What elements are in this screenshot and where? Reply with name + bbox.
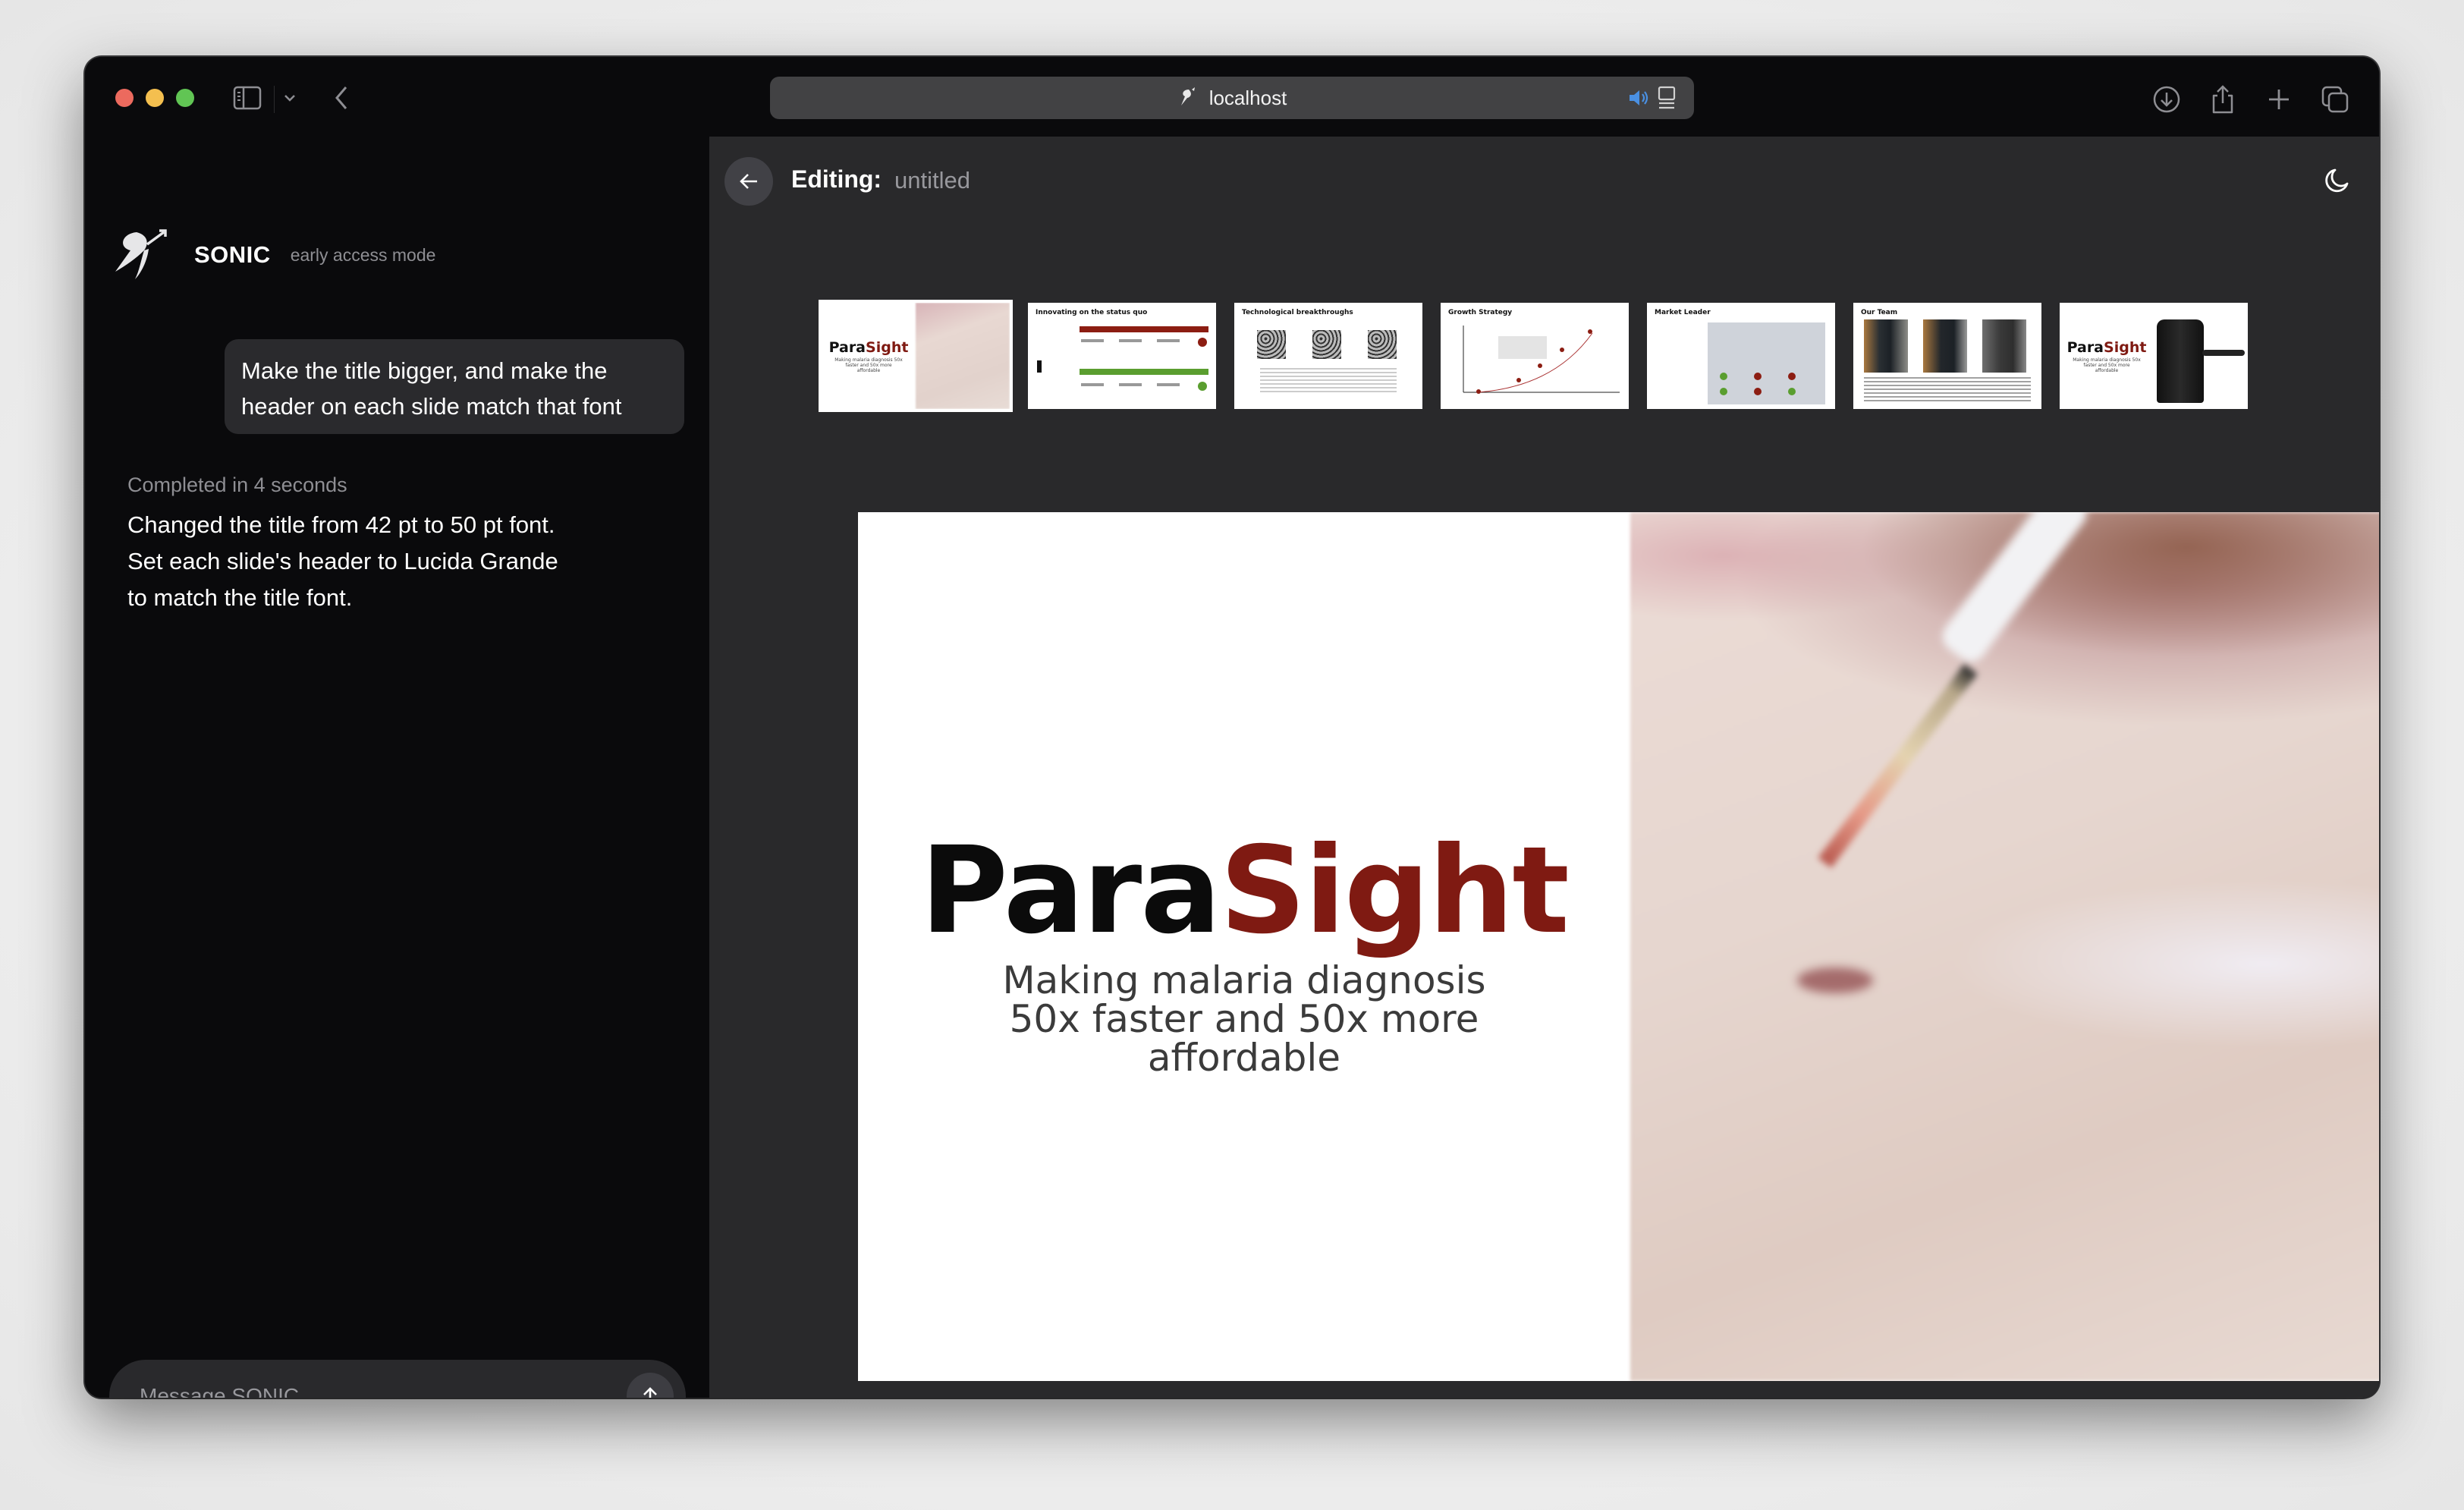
thumb-captions [1260, 368, 1397, 394]
thumb-team-photo-1 [1864, 319, 1908, 373]
slide-title[interactable]: ParaSight [920, 831, 1570, 951]
share-icon [2212, 85, 2233, 114]
browser-back-button[interactable] [328, 83, 355, 113]
downloads-button[interactable] [2150, 83, 2183, 116]
thumb-growth-chart [1463, 326, 1620, 394]
slide-thumbnail-1[interactable]: ParaSight Making malaria diagnosis 50x f… [819, 300, 1013, 412]
close-window-button[interactable] [115, 89, 134, 107]
message-input[interactable] [109, 1384, 627, 1398]
thumb-bar-green [1080, 369, 1208, 375]
thumb-person-icon [1037, 360, 1042, 373]
thumb-micrograph-2 [1312, 330, 1341, 359]
assistant-message: Changed the title from 42 pt to 50 pt fo… [127, 511, 558, 611]
site-favicon-icon [1177, 87, 1199, 109]
thumb-title: Our Team [1861, 309, 1898, 316]
thumb-x-icon [1788, 373, 1796, 380]
thumb-device-arm [2202, 350, 2245, 356]
sidebar-toggle-button[interactable] [232, 84, 262, 112]
slide-thumbnail-3[interactable]: Technological breakthroughs [1234, 303, 1422, 409]
share-button[interactable] [2206, 83, 2239, 116]
brand-name: SONIC [194, 241, 271, 268]
slide-editor: Editing: untitled ParaSight Making malar… [709, 137, 2379, 1398]
thumb-x-icon [1198, 338, 1207, 347]
send-button[interactable] [627, 1373, 674, 1398]
thumb-check-icon [1720, 388, 1727, 395]
slide-thumbnail-5[interactable]: Market Leader [1647, 303, 1835, 409]
thumb-team-bios [1864, 377, 2031, 403]
thumb-text-line [1081, 383, 1187, 386]
browser-toolbar: localhost [85, 57, 2379, 137]
pipette-tip-image-part [1818, 664, 1978, 868]
document-name[interactable]: untitled [894, 167, 970, 194]
moon-icon [2325, 168, 2349, 193]
slide-subtitle[interactable]: Making malaria diagnosis 50x faster and … [979, 961, 1510, 1077]
thumb-brand: ParaSight [2066, 338, 2147, 356]
thumb-text-line [1081, 339, 1187, 342]
address-bar[interactable]: localhost [770, 77, 1694, 119]
thumb-title: Technological breakthroughs [1242, 309, 1353, 316]
slide-photo[interactable] [1630, 512, 2379, 1381]
thumb-title: Market Leader [1655, 309, 1711, 316]
arrow-left-icon [740, 174, 757, 189]
maximize-window-button[interactable] [176, 89, 194, 107]
thumb-check-icon [1198, 382, 1207, 391]
thumb-subtitle: Making malaria diagnosis 50x faster and … [2073, 357, 2141, 373]
brand-tagline: early access mode [290, 244, 436, 265]
slide-thumbnail-7[interactable]: ParaSight Making malaria diagnosis 50x f… [2060, 303, 2248, 409]
download-icon [2153, 86, 2180, 113]
user-message: Make the title bigger, and make the head… [225, 339, 684, 434]
brand-header: SONIC early access mode [114, 228, 435, 282]
thumb-x-icon [1754, 388, 1762, 395]
thumb-micrograph-3 [1368, 330, 1397, 359]
sidebar-icon [233, 86, 262, 110]
reader-icon[interactable] [1656, 86, 1677, 110]
speaker-icon[interactable] [1627, 87, 1650, 109]
new-tab-button[interactable] [2262, 83, 2296, 116]
thumb-bar-red [1080, 326, 1208, 332]
url-text: localhost [1208, 86, 1287, 109]
chat-sidebar: SONIC early access mode Make the title b… [85, 137, 709, 1398]
plus-icon [2269, 90, 2289, 109]
thumb-title: Innovating on the status quo [1036, 309, 1148, 316]
thumb-team-photo-3 [1982, 319, 2026, 373]
thumb-subtitle: Making malaria diagnosis 50x faster and … [834, 357, 903, 373]
blood-drop-image-part [1797, 967, 1873, 993]
minimize-window-button[interactable] [146, 89, 164, 107]
thumb-x-icon [1754, 373, 1762, 380]
thumb-brand: ParaSight [828, 338, 909, 356]
slide-text-area: ParaSight Making malaria diagnosis 50x f… [858, 512, 1630, 1381]
thumb-micrograph-1 [1257, 330, 1286, 359]
slide-thumbnail-6[interactable]: Our Team [1853, 303, 2041, 409]
thumb-photo [916, 303, 1010, 409]
arrow-up-icon [643, 1387, 657, 1398]
completion-status: Completed in 4 seconds [127, 473, 347, 496]
theme-toggle-button[interactable] [2321, 165, 2352, 196]
browser-window: localhost SONIC early access mode Make t… [85, 57, 2379, 1398]
editing-label: Editing: [791, 165, 882, 193]
editor-back-button[interactable] [724, 157, 773, 206]
slide-thumbnail-4[interactable]: Growth Strategy [1441, 303, 1629, 409]
slide-canvas[interactable]: ParaSight Making malaria diagnosis 50x f… [858, 512, 2379, 1381]
thumb-team-photo-2 [1923, 319, 1967, 373]
slide-thumbnail-2[interactable]: Innovating on the status quo [1028, 303, 1216, 409]
tabs-icon [2321, 86, 2349, 113]
pipette-image-part [1936, 512, 2093, 668]
toolbar-divider [274, 86, 275, 113]
message-composer [109, 1360, 686, 1398]
chevron-down-icon [284, 95, 295, 102]
thumb-check-icon [1720, 373, 1727, 380]
thumb-check-icon [1788, 388, 1796, 395]
thumb-device-image [2157, 319, 2204, 403]
sonic-logo-icon [115, 229, 167, 279]
tab-overview-button[interactable] [2318, 83, 2352, 116]
chevron-left-icon [335, 87, 347, 109]
tab-group-menu-button[interactable] [279, 87, 300, 109]
